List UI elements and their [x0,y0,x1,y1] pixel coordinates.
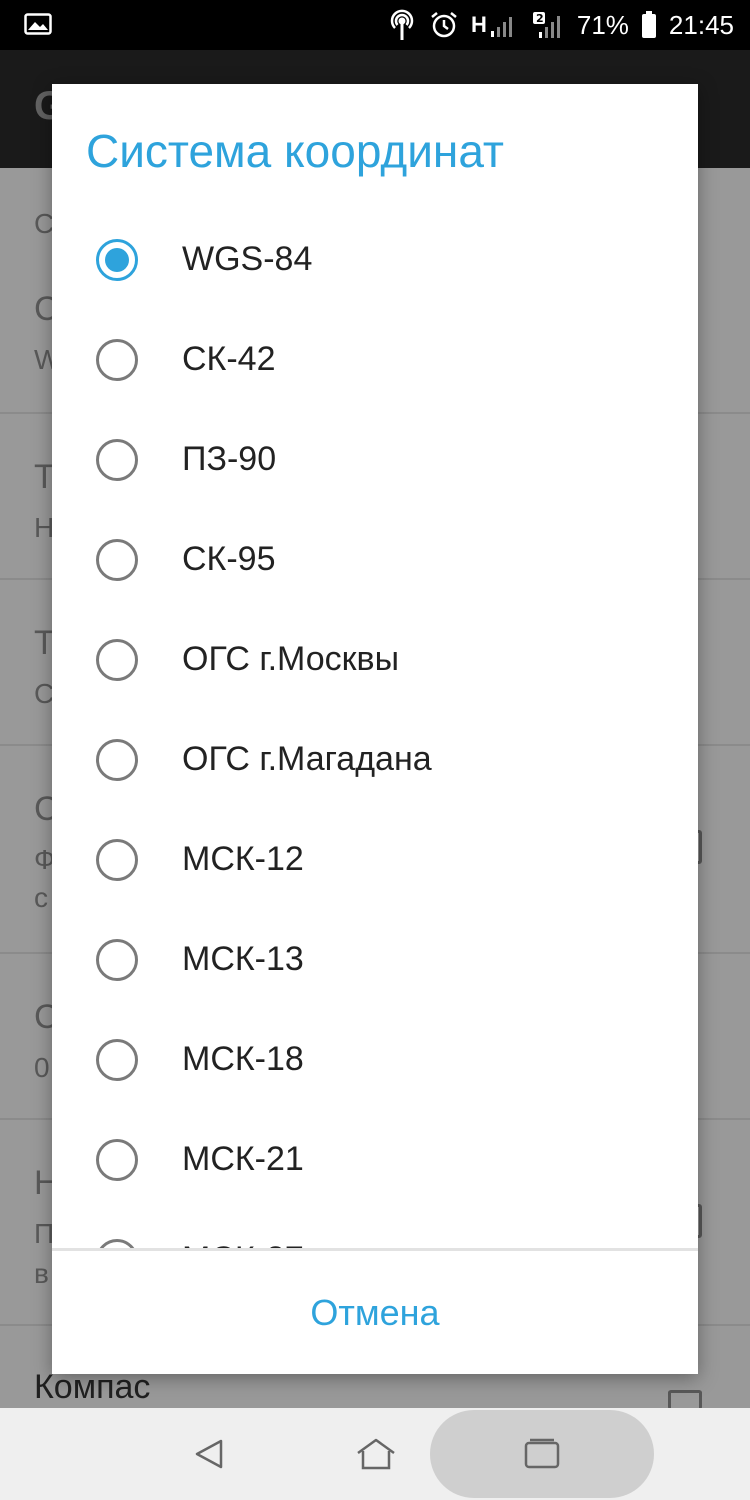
radio-button[interactable] [96,439,138,481]
radio-button-checked[interactable] [96,239,138,281]
option-label: СК-42 [182,340,276,378]
dialog-title: Система координат [86,125,504,177]
option-pz-90[interactable]: ПЗ-90 [52,410,698,510]
alarm-icon [429,10,459,40]
option-wgs-84[interactable]: WGS-84 [52,210,698,310]
clock: 21:45 [668,9,734,40]
option-msk-13[interactable]: МСК-13 [52,910,698,1010]
radio-button[interactable] [96,339,138,381]
option-label: ОГС г.Магадана [182,740,432,778]
battery-percent: 71% [576,9,629,40]
svg-text:2: 2 [536,12,544,25]
option-label: МСК-27 [182,1240,304,1248]
recents-icon[interactable] [502,1408,582,1500]
hotspot-icon [387,9,417,41]
option-label: ОГС г.Москвы [182,640,400,678]
option-ogs-magadana[interactable]: ОГС г.Магадана [52,710,698,810]
option-label: ПЗ-90 [182,440,277,478]
option-msk-27[interactable]: МСК-27 [52,1210,698,1248]
signal-icon: H [471,11,519,39]
option-sk-42[interactable]: СК-42 [52,310,698,410]
radio-button[interactable] [96,539,138,581]
option-label: МСК-21 [182,1140,304,1178]
option-msk-21[interactable]: МСК-21 [52,1110,698,1210]
option-ogs-moskvy[interactable]: ОГС г.Москвы [52,610,698,710]
option-label: МСК-12 [182,840,304,878]
option-label: МСК-18 [182,1040,304,1078]
radio-button[interactable] [96,1239,138,1248]
radio-button[interactable] [96,939,138,981]
radio-button[interactable] [96,839,138,881]
coordinate-system-dialog: Система координат WGS-84 СК-42 ПЗ-90 СК-… [52,84,698,1374]
option-label: СК-95 [182,540,276,578]
back-icon[interactable] [170,1408,250,1500]
option-msk-18[interactable]: МСК-18 [52,1010,698,1110]
battery-icon [641,11,657,39]
radio-button[interactable] [96,639,138,681]
radio-button[interactable] [96,1039,138,1081]
radio-button[interactable] [96,739,138,781]
status-bar: H 2 71% 21:45 [0,0,750,50]
option-sk-95[interactable]: СК-95 [52,510,698,610]
home-icon[interactable] [336,1408,416,1500]
navigation-bar [0,1408,750,1500]
option-msk-12[interactable]: МСК-12 [52,810,698,910]
option-label: WGS-84 [182,240,313,278]
option-label: МСК-13 [182,940,304,978]
image-icon [24,13,52,40]
cancel-button[interactable]: Отмена [52,1251,698,1374]
coordinate-system-options[interactable]: WGS-84 СК-42 ПЗ-90 СК-95 ОГС г.Москвы ОГ… [52,210,698,1248]
signal-2-icon: 2 [531,10,565,40]
radio-button[interactable] [96,1139,138,1181]
